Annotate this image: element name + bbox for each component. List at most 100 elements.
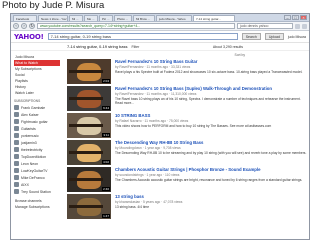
subscription-label: Leon Neon [21, 161, 39, 166]
video-result[interactable]: 9:44 Ravel Fernandez's 10 String Bass (Su… [67, 85, 309, 112]
video-result[interactable]: 4:02 The Descending Way RH-8B 10 String B… [67, 139, 309, 166]
filter-bar: 7-14 string guitar, 0-19 string bass Fil… [11, 43, 309, 51]
guitar-neck [69, 205, 103, 208]
tab-5[interactable]: Photo ... [114, 15, 132, 21]
subscription-label: yorkemusic [21, 133, 39, 138]
subscription-label: AIXX [21, 182, 29, 187]
video-thumbnail[interactable]: 9:44 [67, 86, 111, 111]
subscription-label: LowKeyGuitarTV [21, 168, 48, 173]
sidebar-footer: Browse channels Manage Subscriptions [14, 198, 60, 210]
close-icon[interactable]: × [300, 15, 307, 20]
subscription-item[interactable]: Leon Neon [14, 160, 60, 167]
guitar-neck [69, 178, 103, 181]
tab-2[interactable]: Mi ... [69, 15, 83, 21]
video-thumbnail[interactable]: 3:11 [67, 113, 111, 138]
avatar [14, 133, 19, 138]
video-description: This video shows how to PERFORM and how … [115, 124, 272, 128]
maximize-icon[interactable]: □ [292, 15, 299, 20]
avatar [14, 168, 19, 173]
sidebar-nav: Judo Misura What to Watch My Subscriptions… [14, 54, 60, 96]
video-duration: 3:11 [102, 133, 110, 137]
video-thumbnail[interactable]: 2:40 [67, 167, 111, 192]
bookmark-icon[interactable] [302, 23, 307, 29]
user-name[interactable]: judo Misura [288, 35, 306, 39]
avatar [14, 119, 19, 124]
search-button[interactable]: Search [241, 33, 261, 40]
search-input[interactable]: 7-14 string guitar, 0-19 string bass [47, 33, 238, 40]
forward-icon[interactable]: › [21, 23, 27, 29]
back-icon[interactable]: ‹ [13, 23, 19, 29]
reload-icon[interactable]: ↻ [29, 23, 35, 29]
tab-4[interactable]: Pic ... [99, 15, 113, 21]
site-header: YAHOO! 7-14 string guitar, 0-19 string b… [11, 31, 309, 43]
video-thumbnail[interactable]: 1:47 [67, 194, 111, 219]
avatar [14, 147, 19, 152]
subscription-label: Guitarists [21, 126, 36, 131]
video-thumbnail[interactable]: 4:02 [67, 140, 111, 165]
subscription-item[interactable]: TopDownMotion [14, 153, 60, 160]
subscription-label: Frank Gambale [21, 105, 46, 110]
tab-8[interactable]: 7-14 string guitar... [193, 15, 235, 21]
video-duration: 9:44 [102, 106, 110, 110]
subscription-item[interactable]: Guitarists [14, 125, 60, 132]
sidebar: Judo Misura What to Watch My Subscriptions… [11, 52, 63, 239]
minimize-icon[interactable]: – [284, 15, 291, 20]
subscription-item[interactable]: Fightmusic guitar [14, 118, 60, 125]
subscription-item[interactable]: LowKeyGuitarTV [14, 167, 60, 174]
video-description: The Chambers Acoustic acoustic guitar st… [115, 178, 303, 182]
address-bar[interactable]: www.youtube.com/results?search_query=7-1… [37, 23, 235, 29]
subscription-item[interactable]: Alex Kaiser [14, 111, 60, 118]
results-list: Sort by 2:04 Ravel Fernandez's 10 String … [67, 52, 309, 239]
subscription-label: justjamin3 [21, 140, 37, 145]
subscription-label: Mike DeFranco [21, 175, 45, 180]
video-thumbnail[interactable]: 2:04 [67, 59, 111, 84]
tab-strip: Facebook News 1 Zone - YouTube Mi ... Mo… [11, 14, 309, 22]
filter-button[interactable]: Filter [131, 45, 139, 49]
tab-1[interactable]: News 1 Zone - YouTube [38, 15, 68, 21]
avatar [14, 182, 19, 187]
subscription-label: Trey Sound Station [21, 189, 51, 194]
tab-0[interactable]: Facebook [13, 15, 37, 21]
video-result[interactable]: 2:40 Chambers Acoustic Guitar Strings | P… [67, 166, 309, 193]
subscriptions-heading: SUBSCRIPTIONS [14, 99, 41, 103]
avatar [14, 154, 19, 159]
video-duration: 2:04 [102, 79, 110, 83]
subscription-item[interactable]: theirelectricity [14, 146, 60, 153]
subscription-item[interactable]: Frank Gambale [14, 104, 60, 111]
site-logo[interactable]: YAHOO! [14, 33, 44, 41]
upload-button[interactable]: Upload [264, 33, 284, 40]
video-meta: 13 string bass by kharamdasian · 5 years … [115, 194, 309, 219]
guitar-neck [69, 70, 103, 73]
sidebar-footer-link[interactable]: Manage Subscriptions [14, 204, 60, 210]
home-icon[interactable] [295, 23, 300, 29]
sidebar-item[interactable]: Watch Later [14, 90, 60, 96]
subscription-label: Fightmusic guitar [21, 119, 48, 124]
guitar-neck [69, 124, 103, 127]
tab-3[interactable]: Mo ... [84, 15, 98, 21]
subscription-item[interactable]: AIXX [14, 181, 60, 188]
avatar [14, 105, 19, 110]
tab-6[interactable]: Mi Brow ... [133, 15, 155, 21]
subscriptions-list: Frank Gambale Alex Kaiser Fightmusic guita… [14, 104, 60, 195]
subscription-item[interactable]: Mike DeFranco [14, 174, 60, 181]
subscription-item[interactable]: Trey Sound Station [14, 188, 60, 195]
video-result[interactable]: 2:04 Ravel Fernandez's 10 String Bass Gui… [67, 58, 309, 85]
video-meta: Ravel Fernandez's 10 String Bass (Suplex… [115, 86, 309, 111]
video-meta: Chambers Acoustic Guitar Strings | Phosp… [115, 167, 309, 192]
subscription-item[interactable]: yorkemusic [14, 132, 60, 139]
video-meta: Ravel Fernandez's 10 String Bass Guitar b… [115, 59, 309, 84]
video-meta: 10 STRING BASS by Rafael Navarro · 11 mon… [115, 113, 309, 138]
guitar-neck [69, 151, 103, 154]
browser-search-box[interactable]: judo dennis yahoo [237, 23, 293, 29]
video-result[interactable]: 3:11 10 STRING BASS by Rafael Navarro · 11… [67, 112, 309, 139]
video-description: The Descending Way RH-8B 10 to be stream… [115, 151, 307, 155]
photo-caption: Photo by Jude P. Misura [2, 0, 105, 11]
guitar-neck [69, 97, 103, 100]
avatar [14, 126, 19, 131]
video-duration: 2:40 [102, 187, 110, 191]
tab-7[interactable]: judo Misura - Yahoo [156, 15, 192, 21]
subscription-item[interactable]: justjamin3 [14, 139, 60, 146]
avatar [14, 140, 19, 145]
video-result[interactable]: 1:47 13 string bass by kharamdasian · 5 ye… [67, 193, 309, 220]
video-meta: The Descending Way RH-8B 10 String Bass b… [115, 140, 309, 165]
